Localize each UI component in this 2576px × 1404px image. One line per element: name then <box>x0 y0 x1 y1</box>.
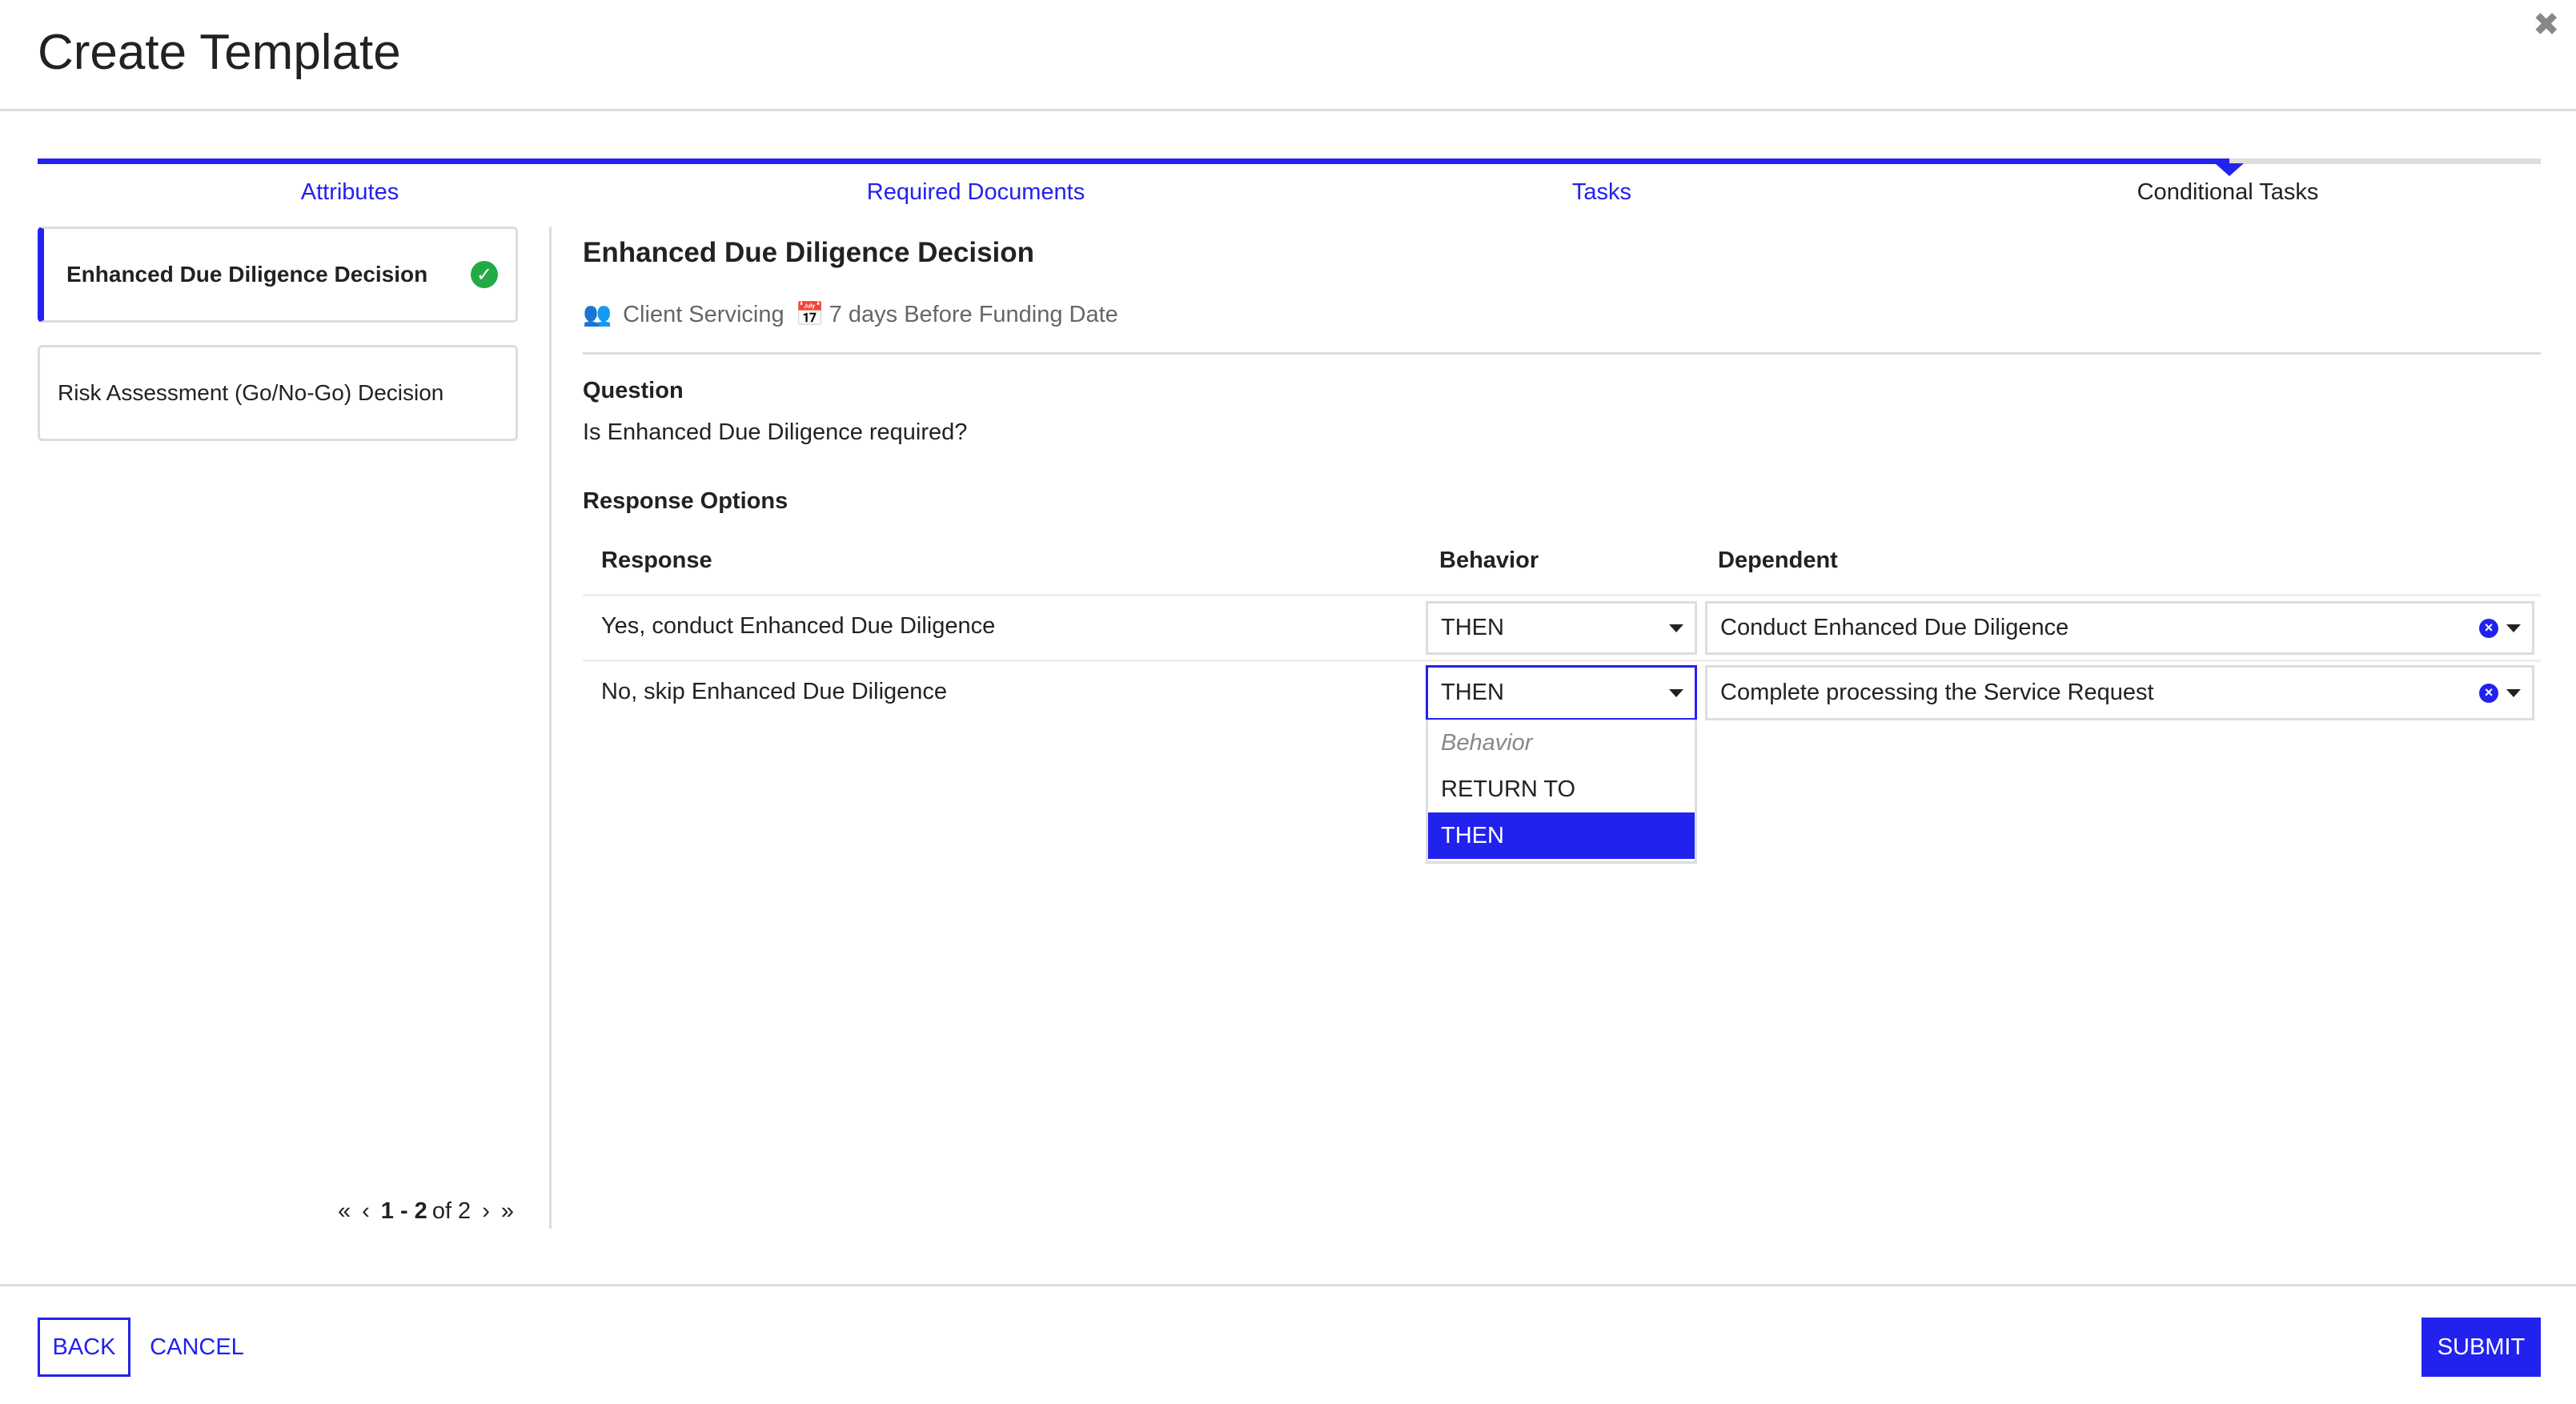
dependent-value: Conduct Enhanced Due Diligence <box>1720 615 2069 640</box>
behavior-value: THEN <box>1441 615 1504 640</box>
clear-icon[interactable]: × <box>2479 683 2498 703</box>
prev-page-icon[interactable]: ‹ <box>362 1198 370 1225</box>
sidebar-item-label: Enhanced Due Diligence Decision <box>66 262 428 287</box>
tab-attributes[interactable]: Attributes <box>301 179 399 206</box>
caret-down-icon <box>2506 688 2521 697</box>
progress-fill <box>38 158 2229 164</box>
page-title: Create Template <box>38 25 401 80</box>
clear-icon[interactable]: × <box>2479 618 2498 638</box>
row-divider <box>583 660 2541 662</box>
submit-button[interactable]: SUBMIT <box>2422 1318 2541 1377</box>
back-button[interactable]: BACK <box>38 1318 130 1377</box>
column-header-response: Response <box>601 548 712 573</box>
row-divider <box>583 594 2541 596</box>
dependent-value: Complete processing the Service Request <box>1720 680 2154 705</box>
behavior-value: THEN <box>1441 680 1504 705</box>
caret-down-icon <box>1669 688 1683 697</box>
behavior-select[interactable]: THEN <box>1426 601 1697 655</box>
cancel-button[interactable]: CANCEL <box>144 1318 250 1377</box>
divider <box>583 352 2541 355</box>
header-divider <box>0 109 2576 111</box>
behavior-dropdown-menu: Behavior RETURN TO THEN <box>1426 720 1697 864</box>
page-range: 1 - 2 <box>380 1198 427 1224</box>
behavior-select[interactable]: THEN <box>1426 665 1697 720</box>
check-circle-icon: ✓ <box>471 261 498 288</box>
column-header-dependent: Dependent <box>1718 548 1838 573</box>
sidebar-item-label: Risk Assessment (Go/No-Go) Decision <box>58 380 444 405</box>
first-page-icon[interactable]: « <box>338 1198 351 1225</box>
tab-conditional-tasks[interactable]: Conditional Tasks <box>2137 179 2319 206</box>
caret-down-icon <box>1669 624 1683 632</box>
team-label: Client Servicing <box>623 301 784 327</box>
option-return-to[interactable]: RETURN TO <box>1428 766 1695 812</box>
tab-required-documents[interactable]: Required Documents <box>867 179 1085 206</box>
question-text: Is Enhanced Due Diligence required? <box>583 419 968 445</box>
dropdown-placeholder: Behavior <box>1441 729 1533 756</box>
response-options-label: Response Options <box>583 488 788 514</box>
panel-divider <box>549 227 552 1229</box>
task-title: Enhanced Due Diligence Decision <box>583 237 1035 268</box>
response-text: Yes, conduct Enhanced Due Diligence <box>601 613 996 639</box>
due-label: 7 days Before Funding Date <box>829 301 1118 327</box>
calendar-icon: 📅 <box>795 302 825 327</box>
last-page-icon[interactable]: » <box>501 1198 514 1225</box>
sidebar-item-risk-assessment[interactable]: Risk Assessment (Go/No-Go) Decision <box>38 345 518 441</box>
next-page-icon[interactable]: › <box>482 1198 490 1225</box>
column-header-behavior: Behavior <box>1439 548 1539 573</box>
question-label: Question <box>583 378 684 403</box>
dependent-select[interactable]: Complete processing the Service Request × <box>1705 665 2534 720</box>
close-icon[interactable]: ✖ <box>2533 6 2560 43</box>
page-total: of 2 <box>431 1198 471 1224</box>
option-then[interactable]: THEN <box>1428 812 1695 859</box>
pagination: « ‹ 1 - 2 of 2 › » <box>338 1198 514 1225</box>
dependent-select[interactable]: Conduct Enhanced Due Diligence × <box>1705 601 2534 655</box>
tab-tasks[interactable]: Tasks <box>1572 179 1631 206</box>
users-icon: 👥 <box>583 302 612 327</box>
sidebar-item-enhanced-due-diligence[interactable]: Enhanced Due Diligence Decision ✓ <box>38 227 518 323</box>
progress-marker <box>2215 163 2244 176</box>
caret-down-icon <box>2506 624 2521 632</box>
response-text: No, skip Enhanced Due Diligence <box>601 679 948 704</box>
footer-divider <box>0 1284 2576 1286</box>
task-meta: 👥 Client Servicing 📅 7 days Before Fundi… <box>583 301 1118 328</box>
